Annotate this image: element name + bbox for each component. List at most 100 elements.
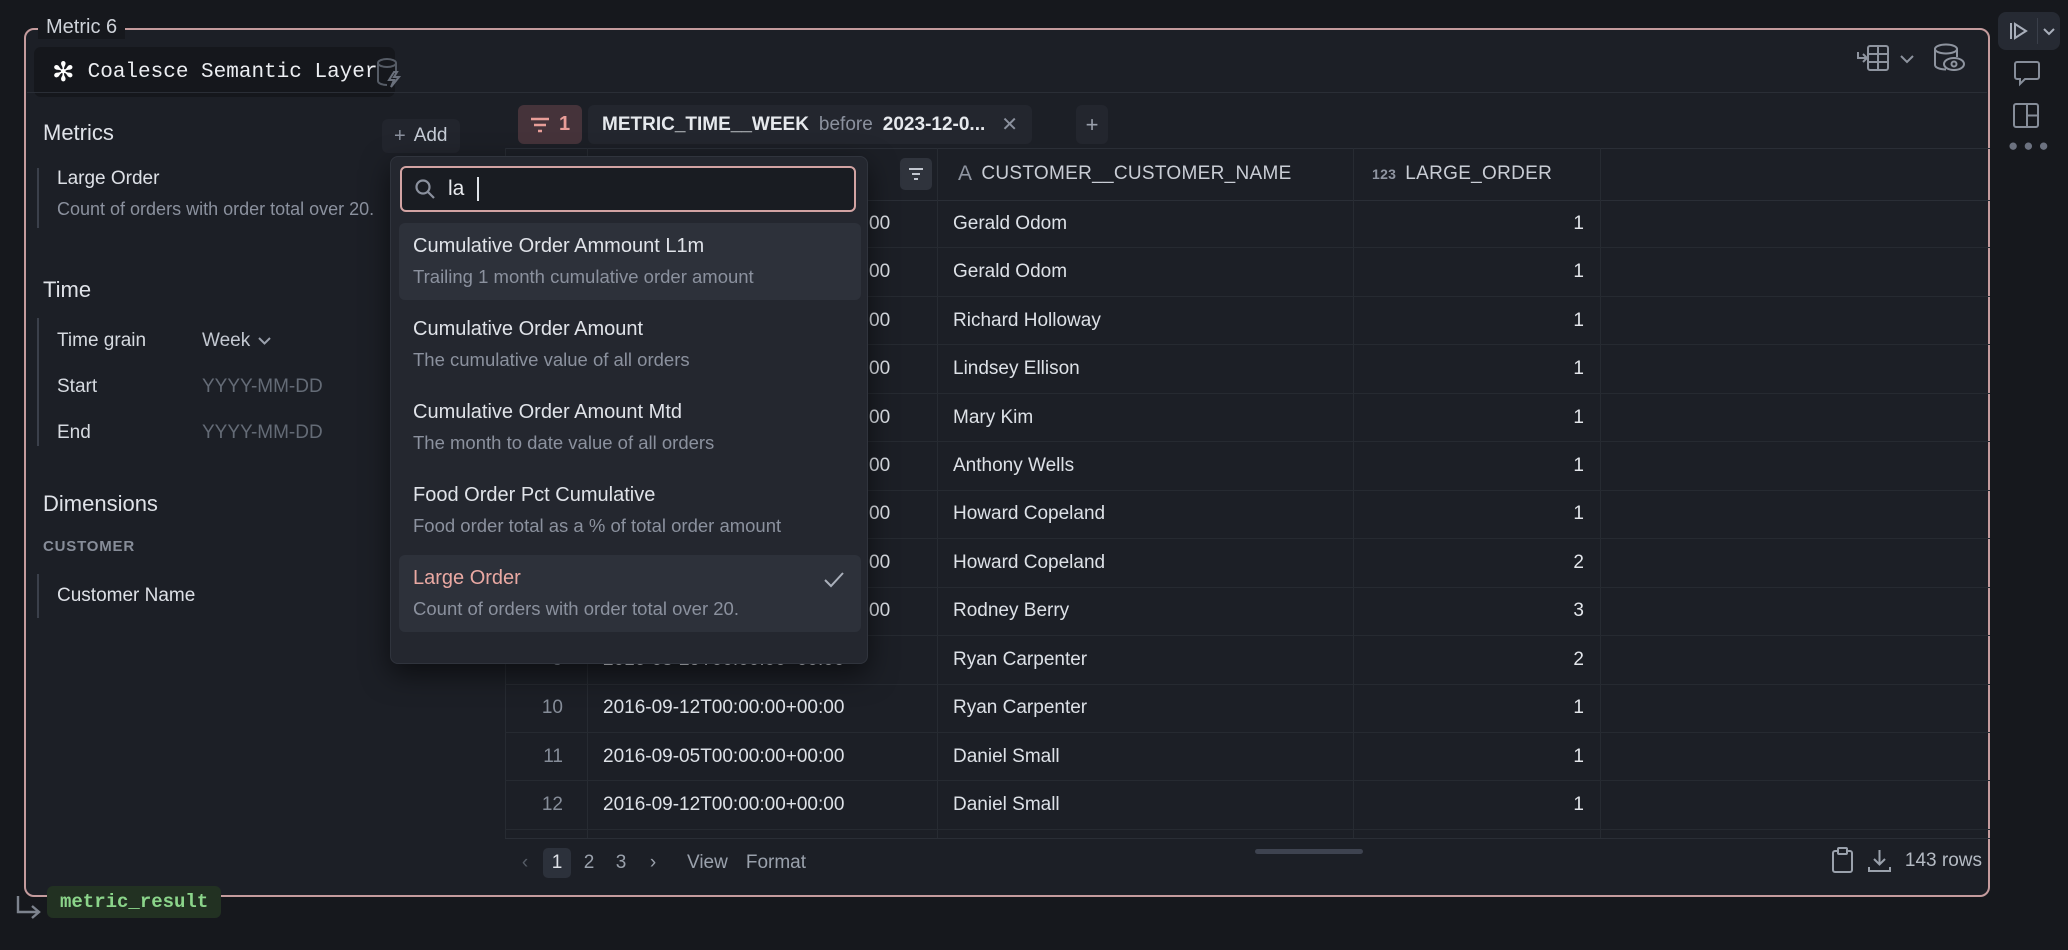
output-arrow-icon — [14, 894, 44, 927]
run-cell-button[interactable] — [1998, 21, 2037, 41]
end-label: End — [57, 422, 202, 444]
start-date-input[interactable]: YYYY-MM-DD — [202, 376, 323, 398]
cell-large-order: 1 — [1353, 407, 1600, 429]
cell-large-order: 1 — [1353, 503, 1600, 525]
cell-customer-name: Ryan Carpenter — [937, 649, 1353, 671]
cell-customer-name: Lindsey Ellison — [937, 358, 1353, 380]
cell-customer-name: Ryan Carpenter — [937, 697, 1353, 719]
run-icon — [2007, 21, 2029, 41]
cell-large-order: 1 — [1353, 261, 1600, 283]
search-icon — [414, 178, 436, 200]
chevron-down-icon — [257, 336, 272, 346]
page-number-button[interactable]: 3 — [607, 848, 635, 878]
cell-metric-time: 2016-09-12T00:00:00+00:00 — [587, 697, 937, 719]
table-row[interactable]: 10 2016-09-12T00:00:00+00:00 Ryan Carpen… — [505, 685, 1990, 733]
horizontal-scrollbar-thumb[interactable] — [1255, 849, 1363, 854]
time-grain-row: Time grain Week — [57, 318, 323, 364]
metric-description: Count of orders with order total over 20… — [57, 199, 374, 220]
time-grain-select[interactable]: Week — [202, 330, 272, 352]
dimension-group-label: CUSTOMER — [43, 538, 135, 555]
column-filter-indicator[interactable] — [900, 158, 932, 190]
cell-title: Metric 6 — [38, 16, 125, 39]
metric-option-description: Count of orders with order total over 20… — [413, 598, 847, 620]
metric-name: Large Order — [57, 168, 374, 190]
output-variable-pill[interactable]: metric_result — [47, 886, 221, 918]
download-icon[interactable] — [1867, 848, 1892, 874]
cell-customer-name: Gerald Odom — [937, 261, 1353, 283]
metric-search-input[interactable]: la — [400, 166, 856, 212]
column-header-customer-name[interactable]: A CUSTOMER__CUSTOMER_NAME — [958, 148, 1292, 200]
cell-customer-name: Daniel Small — [937, 746, 1353, 768]
layout-icon[interactable] — [2012, 102, 2040, 134]
snowflake-icon: ✻ — [52, 59, 75, 86]
end-date-input[interactable]: YYYY-MM-DD — [202, 422, 323, 444]
time-heading: Time — [43, 277, 91, 303]
source-pill[interactable]: ✻ Coalesce Semantic Layer — [34, 47, 395, 97]
cell-customer-name: Howard Copeland — [937, 503, 1353, 525]
cell-customer-name: Howard Copeland — [937, 552, 1353, 574]
cell-large-order: 1 — [1353, 746, 1600, 768]
column-header-large-order[interactable]: 123 LARGE_ORDER — [1372, 148, 1552, 200]
cell-customer-name: Anthony Wells — [937, 455, 1353, 477]
cell-large-order: 1 — [1353, 794, 1600, 816]
page-number-button[interactable]: 2 — [575, 848, 603, 878]
chevron-down-icon[interactable] — [1898, 52, 1916, 70]
cell-customer-name: Rodney Berry — [937, 600, 1353, 622]
run-cell-button-group — [1998, 12, 2060, 50]
metric-option-title: Cumulative Order Amount — [413, 318, 847, 341]
cell-large-order: 1 — [1353, 455, 1600, 477]
metric-option[interactable]: Cumulative Order Ammount L1m Trailing 1 … — [399, 223, 861, 300]
metric-option-description: Food order total as a % of total order a… — [413, 515, 847, 537]
cell-customer-name: Daniel Small — [937, 794, 1353, 816]
start-date-row: Start YYYY-MM-DD — [57, 364, 323, 410]
row-number: 11 — [505, 746, 587, 768]
metric-option[interactable]: Food Order Pct Cumulative Food order tot… — [399, 472, 861, 549]
prev-page-button[interactable]: ‹ — [511, 848, 539, 878]
row-number: 12 — [505, 794, 587, 816]
filter-chip[interactable]: METRIC_TIME__WEEK before 2023-12-0... ✕ — [588, 105, 1032, 144]
page-number-button[interactable]: 1 — [543, 848, 571, 878]
database-lightning-icon — [374, 56, 404, 95]
row-number: 10 — [505, 697, 587, 719]
table-row[interactable]: 12 2016-09-12T00:00:00+00:00 Daniel Smal… — [505, 781, 1990, 829]
view-menu-button[interactable]: View — [687, 852, 728, 874]
table-footer-right: 143 rows — [1831, 847, 1982, 874]
filter-icon — [908, 167, 924, 181]
filter-icon — [530, 117, 550, 133]
filter-field: METRIC_TIME__WEEK — [602, 114, 809, 136]
cell-customer-name: Mary Kim — [937, 407, 1353, 429]
filter-count-badge[interactable]: 1 — [518, 105, 582, 144]
cell-large-order: 1 — [1353, 213, 1600, 235]
filter-operator: before — [819, 114, 873, 136]
time-grain-label: Time grain — [57, 330, 202, 352]
metric-option[interactable]: Cumulative Order Amount The cumulative v… — [399, 306, 861, 383]
more-options-icon[interactable]: ●●● — [2008, 136, 2054, 156]
selected-metric-item[interactable]: Large Order Count of orders with order t… — [37, 168, 374, 228]
start-label: Start — [57, 376, 202, 398]
number-type-icon: 123 — [1372, 166, 1396, 182]
view-source-data-icon[interactable] — [1930, 42, 1968, 81]
text-type-icon: A — [958, 162, 972, 186]
cell-customer-name: Gerald Odom — [937, 213, 1353, 235]
remove-filter-icon[interactable]: ✕ — [1001, 112, 1018, 137]
add-filter-button[interactable]: + — [1076, 105, 1108, 144]
cell-customer-name: Richard Holloway — [937, 310, 1353, 332]
chevron-down-icon — [2042, 27, 2056, 36]
metric-option-list: Cumulative Order Ammount L1m Trailing 1 … — [399, 223, 861, 632]
copy-to-clipboard-icon[interactable] — [1831, 847, 1854, 874]
add-metric-button[interactable]: + Add — [382, 119, 460, 153]
run-options-button[interactable] — [2038, 27, 2060, 36]
end-date-row: End YYYY-MM-DD — [57, 410, 323, 456]
comment-icon[interactable] — [2013, 60, 2041, 92]
cell-large-order: 1 — [1353, 310, 1600, 332]
text-caret — [477, 177, 479, 201]
insert-table-icon[interactable] — [1856, 42, 1892, 79]
dimension-item[interactable]: Customer Name — [37, 574, 195, 618]
format-menu-button[interactable]: Format — [746, 852, 806, 874]
table-row[interactable]: 11 2016-09-05T00:00:00+00:00 Daniel Smal… — [505, 733, 1990, 781]
filter-value: 2023-12-0... — [883, 114, 985, 136]
header-divider — [27, 92, 1987, 93]
metric-option[interactable]: Large Order Count of orders with order t… — [399, 555, 861, 632]
metric-option[interactable]: Cumulative Order Amount Mtd The month to… — [399, 389, 861, 466]
next-page-button[interactable]: › — [639, 848, 667, 878]
